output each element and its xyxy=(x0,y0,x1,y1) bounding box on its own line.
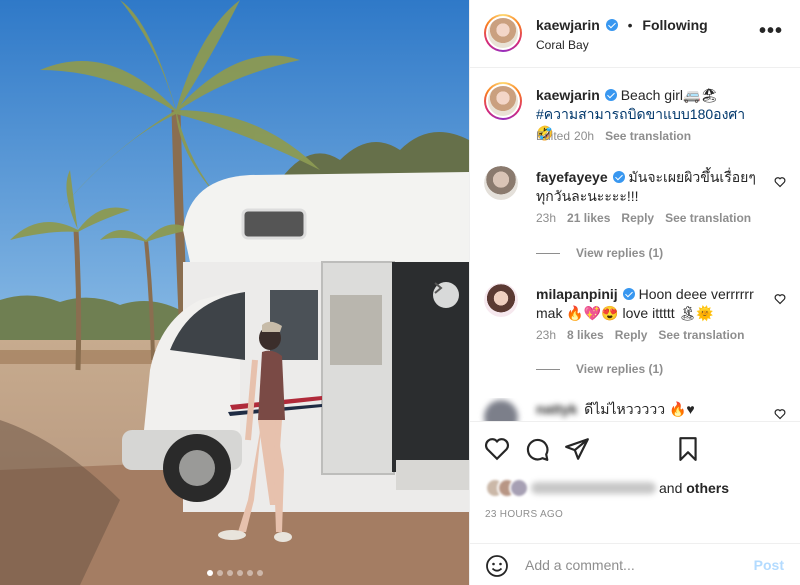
comment-username[interactable]: milapanpinij xyxy=(536,286,618,302)
action-bar xyxy=(470,421,800,477)
comment-avatar[interactable] xyxy=(484,400,518,421)
heart-icon[interactable] xyxy=(774,176,786,188)
edited-label: Edited xyxy=(536,129,571,143)
verified-badge-icon xyxy=(605,19,618,31)
smiley-icon[interactable] xyxy=(485,554,509,578)
heart-icon[interactable] xyxy=(774,408,786,420)
see-translation-button[interactable]: See translation xyxy=(665,211,751,225)
heart-icon[interactable] xyxy=(484,436,510,462)
comment-username[interactable]: fayefayeye xyxy=(536,169,608,185)
post-side-panel: kaewjarin • Following Coral Bay ••• kaew… xyxy=(469,0,800,585)
location-link[interactable]: Coral Bay xyxy=(536,38,589,52)
more-options-icon[interactable]: ••• xyxy=(759,21,783,41)
comment-meta: 23h 8 likes Reply See translation xyxy=(536,328,755,342)
comment-meta: 23h 21 likes Reply See translation xyxy=(536,211,762,225)
view-replies-button[interactable]: View replies (1) xyxy=(536,362,663,376)
verified-badge-icon xyxy=(612,171,625,183)
liker-name-blurred xyxy=(531,482,656,494)
caption-avatar[interactable] xyxy=(484,82,522,120)
carousel-dot[interactable] xyxy=(226,570,233,576)
see-translation-button[interactable]: See translation xyxy=(658,328,744,342)
comment-text: nattyk ดีไม่ไหววววว 🔥♥ xyxy=(536,400,776,419)
post-photo[interactable] xyxy=(0,0,469,585)
carousel-dot[interactable] xyxy=(246,570,253,576)
and-label: and xyxy=(659,480,683,496)
carousel-dots xyxy=(0,570,469,576)
verified-badge-icon xyxy=(622,288,635,300)
caption-age: 20h xyxy=(574,129,595,143)
comment-item: nattyk ดีไม่ไหววววว 🔥♥ xyxy=(470,398,800,421)
carousel-dot[interactable] xyxy=(256,570,263,576)
next-slide-button[interactable] xyxy=(433,282,459,308)
comment-input[interactable]: Add a comment... xyxy=(525,557,635,573)
carousel-dot[interactable] xyxy=(206,570,213,576)
carousel-dot[interactable] xyxy=(216,570,223,576)
comment-age: 23h xyxy=(536,211,557,225)
comment-likes[interactable]: 21 likes xyxy=(567,211,610,225)
heart-icon[interactable] xyxy=(774,293,786,305)
view-replies-button[interactable]: View replies (1) xyxy=(536,246,663,260)
reply-button[interactable]: Reply xyxy=(621,211,654,225)
comment-age: 23h xyxy=(536,328,557,342)
paper-plane-icon[interactable] xyxy=(564,436,590,462)
post-button[interactable]: Post xyxy=(754,557,784,573)
caption-emoji: 🚐🏖 xyxy=(682,87,719,103)
header-line: kaewjarin • Following xyxy=(536,17,708,33)
comment-text: fayefayeye มันจะเผยผิวขึ้นเรื่อยๆทุกวันล… xyxy=(536,168,764,206)
caption-see-translation[interactable]: See translation xyxy=(605,129,691,143)
verified-badge-icon xyxy=(604,89,617,101)
author-username[interactable]: kaewjarin xyxy=(536,17,600,33)
reply-button[interactable]: Reply xyxy=(615,328,648,342)
comment-username-blurred[interactable]: nattyk xyxy=(536,401,577,417)
comment-avatar[interactable] xyxy=(484,166,518,200)
comment-body: ดีไม่ไหววววว 🔥♥ xyxy=(584,401,695,417)
comment-likes[interactable]: 8 likes xyxy=(567,328,604,342)
comment-avatar[interactable] xyxy=(484,283,518,317)
others-label[interactable]: others xyxy=(686,480,729,496)
caption-body: Beach girl xyxy=(620,87,683,103)
bookmark-icon[interactable] xyxy=(675,436,701,462)
post-timestamp: 23 HOURS AGO xyxy=(485,509,564,520)
chevron-right-icon xyxy=(434,282,443,294)
caption-meta: Edited 20h See translation xyxy=(536,129,702,143)
bullet-separator: • xyxy=(627,17,633,33)
post-header: kaewjarin • Following Coral Bay ••• xyxy=(470,0,800,68)
liked-by[interactable]: and others xyxy=(485,478,785,500)
comment-icon[interactable] xyxy=(524,436,550,462)
beach-campervan-photo xyxy=(0,0,469,585)
hashtag-link[interactable]: #ความสามารถบิดขาแบบ180องศา xyxy=(536,106,745,122)
carousel-dot[interactable] xyxy=(236,570,243,576)
caption-username[interactable]: kaewjarin xyxy=(536,87,600,103)
likes-others[interactable]: and others xyxy=(659,480,729,496)
comment-composer: Add a comment... Post xyxy=(470,543,800,585)
author-avatar[interactable] xyxy=(484,14,522,52)
following-button[interactable]: Following xyxy=(642,17,707,33)
comment-text: milapanpinij Hoon deee verrrrrr mak 🔥💖😍 … xyxy=(536,285,764,323)
